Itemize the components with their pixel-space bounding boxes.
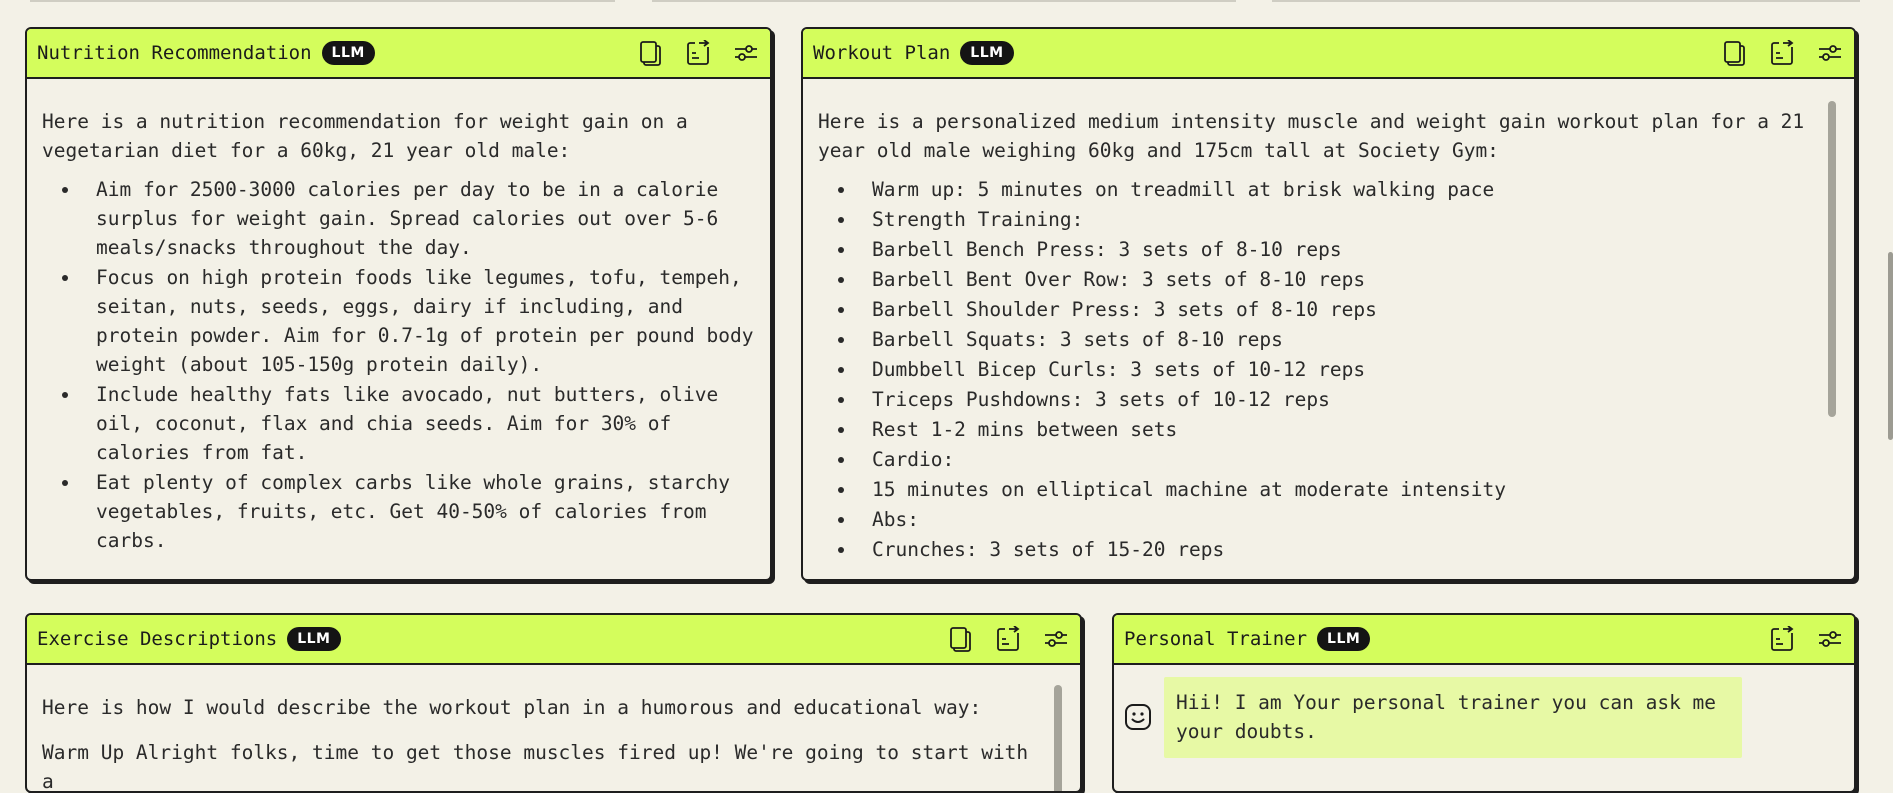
list-item: Cardio: [857, 445, 1820, 474]
copy-icon[interactable] [1720, 39, 1748, 67]
exercise-paragraph: Warm Up Alright folks, time to get those… [42, 741, 1029, 791]
list-item: Barbell Shoulder Press: 3 sets of 8-10 r… [857, 295, 1820, 324]
list-item: Focus on high protein foods like legumes… [81, 263, 754, 379]
workout-panel: Workout Plan LLM Here is a personalized … [801, 27, 1856, 581]
nutrition-content: Here is a nutrition recommendation for w… [27, 81, 770, 579]
sliders-icon[interactable] [732, 39, 760, 67]
panel-above-edge [30, 0, 615, 2]
sliders-icon[interactable] [1042, 625, 1070, 653]
export-icon[interactable] [994, 625, 1022, 653]
list-item: Aim for 2500-3000 calories per day to be… [81, 175, 754, 262]
list-item: Barbell Bent Over Row: 3 sets of 8-10 re… [857, 265, 1820, 294]
page-scrollbar[interactable] [1888, 252, 1893, 440]
panel-above-edge [1272, 0, 1860, 2]
chat-message: Hii! I am Your personal trainer you can … [1124, 677, 1840, 758]
list-item: Abs: [857, 505, 1820, 534]
list-item: Triceps Pushdowns: 3 sets of 10-12 reps [857, 385, 1820, 414]
copy-icon[interactable] [636, 39, 664, 67]
workout-intro: Here is a personalized medium intensity … [818, 110, 1805, 162]
panel-header: Personal Trainer LLM [1114, 615, 1854, 665]
llm-badge: LLM [287, 627, 341, 651]
list-item: Warm up: 5 minutes on treadmill at brisk… [857, 175, 1820, 204]
list-item: Barbell Bench Press: 3 sets of 8-10 reps [857, 235, 1820, 264]
list-item: Include healthy fats like avocado, nut b… [81, 380, 754, 467]
exercise-scrollbar[interactable] [1054, 685, 1062, 791]
llm-badge: LLM [321, 41, 375, 65]
list-item: Strength Training: [857, 205, 1820, 234]
export-icon[interactable] [684, 39, 712, 67]
chat-area: Hii! I am Your personal trainer you can … [1114, 667, 1854, 791]
panel-header: Workout Plan LLM [803, 29, 1854, 79]
exercise-content: Here is how I would describe the workout… [27, 667, 1080, 791]
list-item: Crunches: 3 sets of 15-20 reps [857, 535, 1820, 564]
list-item: 15 minutes on elliptical machine at mode… [857, 475, 1820, 504]
smiley-icon [1124, 703, 1152, 731]
panel-title: Nutrition Recommendation [37, 42, 312, 64]
exercise-panel: Exercise Descriptions LLM Here is how I … [25, 613, 1082, 793]
list-item: Dumbbell Bicep Curls: 3 sets of 10-12 re… [857, 355, 1820, 384]
list-item: Barbell Squats: 3 sets of 8-10 reps [857, 325, 1820, 354]
export-icon[interactable] [1768, 39, 1796, 67]
llm-badge: LLM [960, 41, 1014, 65]
copy-icon[interactable] [946, 625, 974, 653]
workout-scrollbar[interactable] [1828, 101, 1836, 417]
chat-bubble: Hii! I am Your personal trainer you can … [1164, 677, 1742, 758]
panel-title: Exercise Descriptions [37, 628, 278, 650]
workout-content: Here is a personalized medium intensity … [803, 81, 1854, 579]
exercise-intro: Here is how I would describe the workout… [42, 696, 982, 719]
panel-header: Exercise Descriptions LLM [27, 615, 1080, 665]
sliders-icon[interactable] [1816, 625, 1844, 653]
export-icon[interactable] [1768, 625, 1796, 653]
panel-title: Workout Plan [813, 42, 951, 64]
llm-badge: LLM [1317, 627, 1371, 651]
nutrition-intro: Here is a nutrition recommendation for w… [42, 110, 688, 162]
workout-list: Warm up: 5 minutes on treadmill at brisk… [818, 175, 1820, 564]
trainer-panel: Personal Trainer LLM Hii! I am Your pers… [1112, 613, 1856, 793]
list-item: Rest 1-2 mins between sets [857, 415, 1820, 444]
sliders-icon[interactable] [1816, 39, 1844, 67]
list-item: Eat plenty of complex carbs like whole g… [81, 468, 754, 555]
panel-title: Personal Trainer [1124, 628, 1308, 650]
nutrition-panel: Nutrition Recommendation LLM Here is a n… [25, 27, 772, 581]
panel-header: Nutrition Recommendation LLM [27, 29, 770, 79]
panel-above-edge [652, 0, 1236, 2]
nutrition-list: Aim for 2500-3000 calories per day to be… [42, 175, 754, 555]
